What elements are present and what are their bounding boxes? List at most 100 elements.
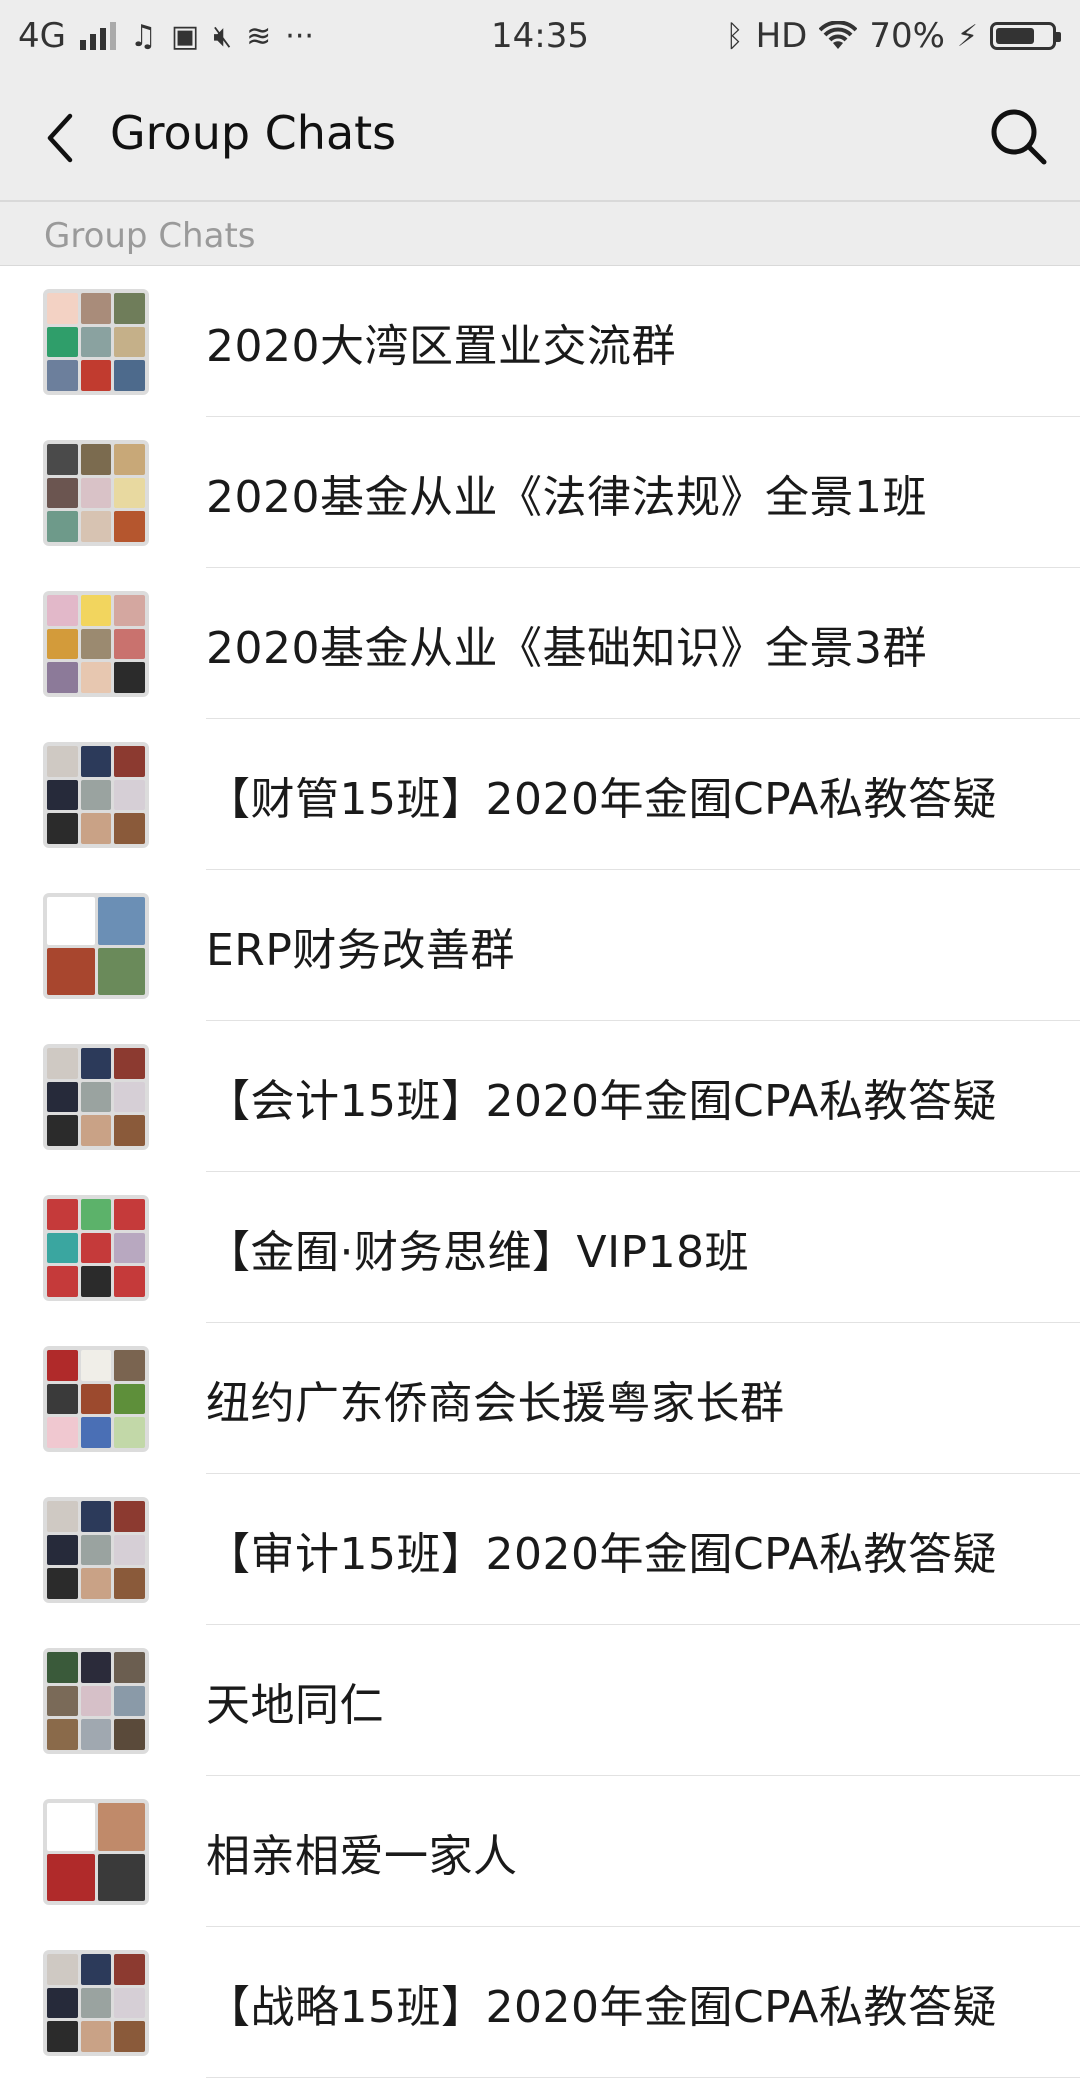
group-avatar bbox=[43, 1950, 149, 2056]
avatar-tile bbox=[47, 444, 78, 475]
avatar-tile bbox=[47, 360, 78, 391]
avatar-tile bbox=[114, 1501, 145, 1532]
avatar-tile bbox=[47, 1081, 78, 1113]
avatar-tile bbox=[47, 1048, 78, 1079]
avatar-tile bbox=[114, 779, 145, 811]
avatar-tile bbox=[114, 511, 145, 542]
avatar-tile bbox=[80, 293, 112, 324]
battery-icon bbox=[990, 22, 1061, 50]
group-chat-item[interactable]: 天地同仁 bbox=[0, 1625, 1080, 1776]
group-avatar bbox=[43, 893, 149, 999]
avatar-tile bbox=[80, 1954, 112, 1985]
battery-fill bbox=[996, 28, 1034, 44]
group-avatar bbox=[43, 1346, 149, 1452]
avatar-tile bbox=[47, 1652, 78, 1683]
avatar-tile bbox=[47, 662, 78, 693]
group-avatar bbox=[43, 591, 149, 697]
group-name: 2020基金从业《法律法规》全景1班 bbox=[206, 472, 927, 523]
avatar-tile bbox=[80, 1501, 112, 1532]
group-chat-item[interactable]: 2020大湾区置业交流群 bbox=[0, 266, 1080, 417]
avatar-tile bbox=[80, 813, 112, 844]
avatar-tile bbox=[114, 1417, 145, 1448]
group-chat-item[interactable]: 相亲相爱一家人 bbox=[0, 1776, 1080, 1927]
group-chat-item[interactable]: 【财管15班】2020年金囿CPA私教答疑 bbox=[0, 719, 1080, 870]
avatar-tile bbox=[47, 1350, 78, 1381]
group-chat-item[interactable]: 【战略15班】2020年金囿CPA私教答疑 bbox=[0, 1927, 1080, 2078]
avatar-tile bbox=[80, 746, 112, 777]
avatar-tile bbox=[114, 1987, 145, 2019]
avatar-tile bbox=[114, 1568, 145, 1599]
avatar-tile bbox=[114, 595, 145, 626]
group-chat-item[interactable]: ERP财务改善群 bbox=[0, 870, 1080, 1021]
page-title: Group Chats bbox=[110, 106, 397, 160]
back-chevron-icon[interactable] bbox=[36, 110, 92, 166]
avatar-tile bbox=[47, 1417, 78, 1448]
group-name: ERP财务改善群 bbox=[206, 925, 515, 976]
avatar-tile bbox=[80, 326, 112, 358]
avatar-tile bbox=[80, 1081, 112, 1113]
section-header-label: Group Chats bbox=[44, 216, 256, 256]
avatar-tile bbox=[114, 662, 145, 693]
avatar-tile bbox=[80, 1048, 112, 1079]
avatar-tile bbox=[97, 947, 145, 995]
avatar-tile bbox=[47, 1803, 95, 1851]
avatar-tile bbox=[80, 1417, 112, 1448]
group-name: 【会计15班】2020年金囿CPA私教答疑 bbox=[206, 1076, 998, 1127]
avatar-tile bbox=[47, 1115, 78, 1146]
group-chat-item[interactable]: 【金囿·财务思维】VIP18班 bbox=[0, 1172, 1080, 1323]
avatar-tile bbox=[47, 813, 78, 844]
group-chat-item[interactable]: 纽约广东侨商会长援粤家长群 bbox=[0, 1323, 1080, 1474]
avatar-tile bbox=[97, 1803, 145, 1851]
avatar-tile bbox=[47, 746, 78, 777]
avatar-tile bbox=[114, 444, 145, 475]
avatar-tile bbox=[80, 1383, 112, 1415]
avatar-tile bbox=[47, 779, 78, 811]
avatar-tile bbox=[114, 746, 145, 777]
avatar-tile bbox=[114, 1383, 145, 1415]
group-chat-item[interactable]: 2020基金从业《法律法规》全景1班 bbox=[0, 417, 1080, 568]
avatar-tile bbox=[47, 1987, 78, 2019]
avatar-tile bbox=[80, 1568, 112, 1599]
avatar-tile bbox=[47, 1534, 78, 1566]
avatar-tile bbox=[47, 326, 78, 358]
avatar-tile bbox=[114, 1048, 145, 1079]
avatar-tile bbox=[47, 293, 78, 324]
group-name: 【战略15班】2020年金囿CPA私教答疑 bbox=[206, 1982, 998, 2033]
avatar-tile bbox=[114, 1350, 145, 1381]
group-name: 【财管15班】2020年金囿CPA私教答疑 bbox=[206, 774, 998, 825]
avatar-tile bbox=[114, 1719, 145, 1750]
group-name: 2020大湾区置业交流群 bbox=[206, 321, 676, 372]
avatar-tile bbox=[47, 947, 95, 995]
hd-label: HD bbox=[755, 16, 808, 56]
avatar-tile bbox=[97, 1853, 145, 1901]
group-chat-item[interactable]: 【审计15班】2020年金囿CPA私教答疑 bbox=[0, 1474, 1080, 1625]
avatar-tile bbox=[80, 1232, 112, 1264]
avatar-tile bbox=[47, 1501, 78, 1532]
avatar-tile bbox=[47, 897, 95, 945]
group-chat-item[interactable]: 【会计15班】2020年金囿CPA私教答疑 bbox=[0, 1021, 1080, 1172]
avatar-tile bbox=[47, 1568, 78, 1599]
group-avatar bbox=[43, 742, 149, 848]
avatar-tile bbox=[47, 1383, 78, 1415]
avatar-tile bbox=[80, 1719, 112, 1750]
battery-percent: 70% bbox=[869, 16, 945, 56]
avatar-tile bbox=[114, 628, 145, 660]
group-avatar bbox=[43, 1648, 149, 1754]
group-name: 2020基金从业《基础知识》全景3群 bbox=[206, 623, 927, 674]
group-avatar bbox=[43, 1799, 149, 1905]
avatar-tile bbox=[114, 813, 145, 844]
group-name: 纽约广东侨商会长援粤家长群 bbox=[206, 1378, 785, 1429]
group-chat-list: 2020大湾区置业交流群 2020基金从业《法律法规》全景1班 2020基金从业《基… bbox=[0, 266, 1080, 2078]
group-chat-item[interactable]: 2020基金从业《基础知识》全景3群 bbox=[0, 568, 1080, 719]
avatar-tile bbox=[47, 595, 78, 626]
section-header: Group Chats bbox=[0, 202, 1080, 266]
charging-icon: ⚡︎ bbox=[956, 18, 978, 54]
search-icon[interactable] bbox=[986, 104, 1050, 168]
group-avatar bbox=[43, 1044, 149, 1150]
avatar-tile bbox=[80, 1534, 112, 1566]
group-name: 相亲相爱一家人 bbox=[206, 1831, 518, 1882]
avatar-tile bbox=[80, 477, 112, 509]
avatar-tile bbox=[80, 1652, 112, 1683]
avatar-tile bbox=[47, 1954, 78, 1985]
avatar-tile bbox=[114, 326, 145, 358]
